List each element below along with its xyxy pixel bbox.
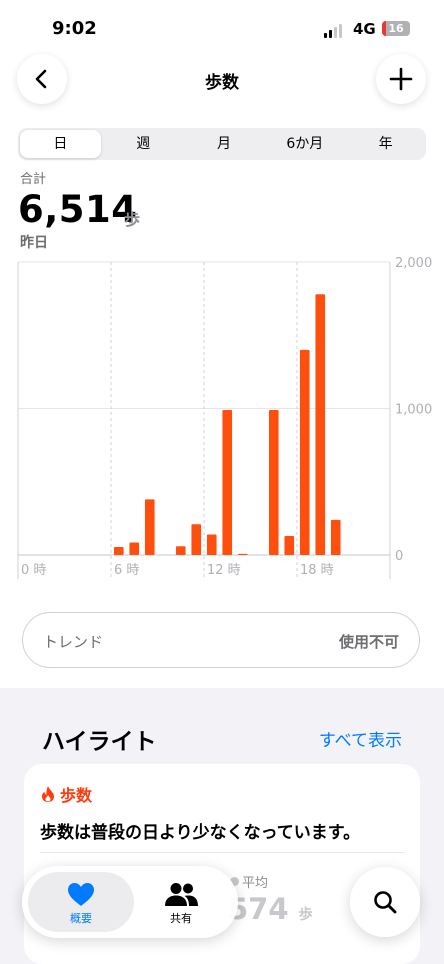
chart-bar — [191, 524, 202, 555]
tab-bar: 概要 共有 — [22, 866, 238, 938]
chart-bar — [237, 553, 248, 555]
total-steps-value: 6,514 — [18, 188, 138, 231]
steps-bar-chart[interactable]: 0 時 6 時 12 時 18 時 2,000 1,000 0 — [0, 254, 444, 584]
status-time: 9:02 — [52, 18, 97, 39]
date-label: 昨日 — [20, 235, 48, 251]
chart-bar — [129, 542, 140, 555]
heart-icon — [68, 883, 94, 906]
show-all-link[interactable]: すべて表示 — [319, 726, 402, 751]
card-header: 歩数 — [40, 782, 92, 806]
chart-bar — [113, 546, 124, 555]
segment-6months[interactable]: 6か月 — [264, 128, 345, 160]
status-bar: 9:02 4G 16 — [0, 0, 444, 56]
average-value: 574 歩 — [228, 892, 313, 926]
battery-icon: 16 — [382, 21, 410, 36]
highlights-title: ハイライト — [42, 729, 157, 755]
x-tick-label: 6 時 — [114, 563, 139, 578]
y-tick-label: 0 — [395, 549, 403, 564]
x-tick-label: 0 時 — [21, 563, 46, 578]
y-tick-label: 2,000 — [395, 256, 432, 271]
x-tick-label: 12 時 — [207, 563, 241, 578]
trend-status: 使用不可 — [338, 633, 399, 651]
people-icon — [165, 883, 198, 906]
average-label-text: 平均 — [242, 876, 269, 891]
card-divider — [40, 852, 404, 853]
chart-bar — [299, 349, 310, 555]
chart-bar — [315, 294, 326, 555]
y-tick-label: 1,000 — [395, 403, 432, 418]
network-type: 4G — [353, 20, 376, 38]
period-segmented-control: 日 週 月 6か月 年 — [18, 128, 426, 160]
trend-row[interactable]: トレンド 使用不可 — [22, 612, 420, 668]
total-label: 合計 — [20, 172, 47, 187]
chart-bar — [206, 534, 217, 555]
chart-bar — [268, 409, 279, 555]
card-message: 歩数は普段の日より少なくなっています。 — [40, 823, 361, 843]
card-category: 歩数 — [60, 786, 93, 805]
segment-day[interactable]: 日 — [20, 130, 101, 158]
add-data-button[interactable] — [376, 54, 426, 104]
segment-month[interactable]: 月 — [184, 128, 265, 160]
chart-bar — [330, 519, 341, 555]
battery-percent: 16 — [388, 22, 404, 35]
chart-bar — [222, 409, 233, 555]
flame-icon — [42, 786, 54, 802]
trend-label: トレンド — [43, 633, 104, 651]
signal-icon — [324, 24, 342, 38]
tab-summary[interactable]: 概要 — [28, 872, 134, 932]
chart-bar — [284, 535, 295, 555]
search-icon — [374, 891, 397, 914]
segment-week[interactable]: 週 — [103, 128, 184, 160]
x-tick-label: 18 時 — [300, 563, 334, 578]
plus-icon — [389, 67, 413, 91]
segment-year[interactable]: 年 — [345, 128, 426, 160]
chart-bar — [175, 546, 186, 555]
nav-bar: 歩数 — [0, 54, 444, 114]
tab-summary-label: 概要 — [70, 912, 92, 925]
average-unit: 歩 — [298, 907, 313, 923]
tab-sharing[interactable]: 共有 — [128, 872, 234, 932]
total-steps-unit: 歩 — [124, 210, 141, 229]
tab-sharing-label: 共有 — [170, 912, 192, 925]
search-button[interactable] — [350, 867, 420, 937]
chart-bar — [144, 499, 155, 555]
main-panel: 日 週 月 6か月 年 合計 6,514 歩 昨日 0 時 6 時 12 時 18 時… — [0, 114, 444, 688]
average-label: 平均 — [230, 872, 268, 891]
